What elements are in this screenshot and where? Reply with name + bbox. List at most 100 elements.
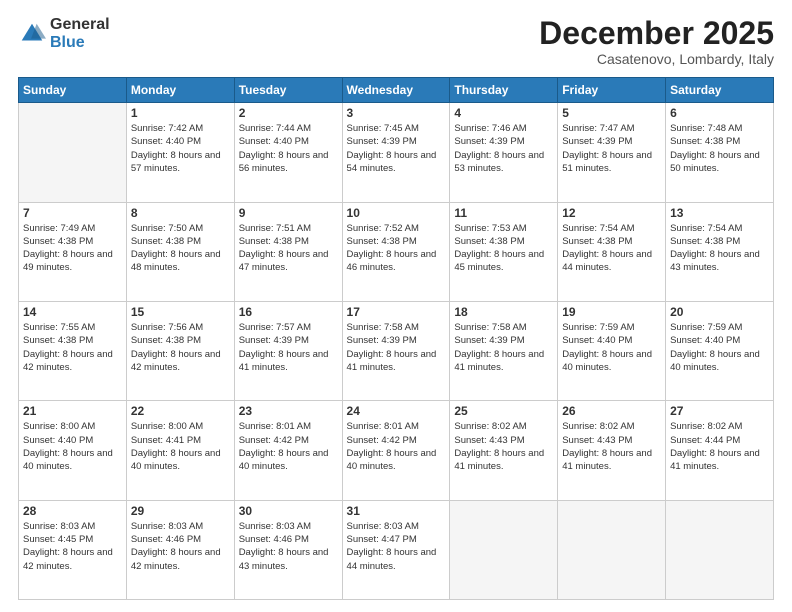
day-number: 7 (23, 206, 122, 220)
day-number: 5 (562, 106, 661, 120)
table-row: 13 Sunrise: 7:54 AM Sunset: 4:38 PM Dayli… (666, 202, 774, 301)
table-row: 1 Sunrise: 7:42 AM Sunset: 4:40 PM Daylig… (126, 103, 234, 202)
day-info: Sunrise: 8:01 AM Sunset: 4:42 PM Dayligh… (239, 420, 338, 473)
day-info: Sunrise: 8:03 AM Sunset: 4:46 PM Dayligh… (131, 520, 230, 573)
page: General Blue December 2025 Casatenovo, L… (0, 0, 792, 612)
day-info: Sunrise: 7:44 AM Sunset: 4:40 PM Dayligh… (239, 122, 338, 175)
logo-blue: Blue (50, 34, 110, 52)
table-row: 28 Sunrise: 8:03 AM Sunset: 4:45 PM Dayli… (19, 500, 127, 599)
day-number: 26 (562, 404, 661, 418)
calendar-week-row: 28 Sunrise: 8:03 AM Sunset: 4:45 PM Dayli… (19, 500, 774, 599)
table-row: 11 Sunrise: 7:53 AM Sunset: 4:38 PM Dayli… (450, 202, 558, 301)
table-row: 4Sunrise: 7:46 AM Sunset: 4:39 PM Daylig… (450, 103, 558, 202)
table-row: 7 Sunrise: 7:49 AM Sunset: 4:38 PM Daylig… (19, 202, 127, 301)
day-number: 28 (23, 504, 122, 518)
table-row: 25 Sunrise: 8:02 AM Sunset: 4:43 PM Dayli… (450, 401, 558, 500)
day-number: 14 (23, 305, 122, 319)
location: Casatenovo, Lombardy, Italy (539, 51, 774, 67)
table-row: 29 Sunrise: 8:03 AM Sunset: 4:46 PM Dayli… (126, 500, 234, 599)
table-row: 8Sunrise: 7:50 AM Sunset: 4:38 PM Daylig… (126, 202, 234, 301)
day-info: Sunrise: 7:56 AM Sunset: 4:38 PM Dayligh… (131, 321, 230, 374)
day-number: 24 (347, 404, 446, 418)
day-info: Sunrise: 8:02 AM Sunset: 4:43 PM Dayligh… (562, 420, 661, 473)
day-number: 16 (239, 305, 338, 319)
day-info: Sunrise: 7:54 AM Sunset: 4:38 PM Dayligh… (670, 222, 769, 275)
header-tuesday: Tuesday (234, 78, 342, 103)
table-row: 18Sunrise: 7:58 AM Sunset: 4:39 PM Dayli… (450, 301, 558, 400)
day-info: Sunrise: 7:53 AM Sunset: 4:38 PM Dayligh… (454, 222, 553, 275)
table-row: 23 Sunrise: 8:01 AM Sunset: 4:42 PM Dayli… (234, 401, 342, 500)
day-info: Sunrise: 8:01 AM Sunset: 4:42 PM Dayligh… (347, 420, 446, 473)
table-row: 9Sunrise: 7:51 AM Sunset: 4:38 PM Daylig… (234, 202, 342, 301)
header-wednesday: Wednesday (342, 78, 450, 103)
logo-general: General (50, 16, 110, 34)
day-number: 27 (670, 404, 769, 418)
day-number: 2 (239, 106, 338, 120)
table-row (19, 103, 127, 202)
day-info: Sunrise: 7:58 AM Sunset: 4:39 PM Dayligh… (347, 321, 446, 374)
day-number: 15 (131, 305, 230, 319)
day-info: Sunrise: 7:59 AM Sunset: 4:40 PM Dayligh… (670, 321, 769, 374)
table-row: 15 Sunrise: 7:56 AM Sunset: 4:38 PM Dayli… (126, 301, 234, 400)
header-monday: Monday (126, 78, 234, 103)
table-row: 27 Sunrise: 8:02 AM Sunset: 4:44 PM Dayli… (666, 401, 774, 500)
table-row: 6 Sunrise: 7:48 AM Sunset: 4:38 PM Daylig… (666, 103, 774, 202)
day-info: Sunrise: 7:49 AM Sunset: 4:38 PM Dayligh… (23, 222, 122, 275)
day-info: Sunrise: 7:57 AM Sunset: 4:39 PM Dayligh… (239, 321, 338, 374)
day-info: Sunrise: 7:59 AM Sunset: 4:40 PM Dayligh… (562, 321, 661, 374)
day-number: 18 (454, 305, 553, 319)
day-number: 20 (670, 305, 769, 319)
day-number: 6 (670, 106, 769, 120)
day-info: Sunrise: 8:00 AM Sunset: 4:40 PM Dayligh… (23, 420, 122, 473)
day-number: 21 (23, 404, 122, 418)
table-row: 14 Sunrise: 7:55 AM Sunset: 4:38 PM Dayli… (19, 301, 127, 400)
table-row: 22 Sunrise: 8:00 AM Sunset: 4:41 PM Dayli… (126, 401, 234, 500)
day-info: Sunrise: 7:50 AM Sunset: 4:38 PM Dayligh… (131, 222, 230, 275)
day-number: 25 (454, 404, 553, 418)
day-info: Sunrise: 8:03 AM Sunset: 4:45 PM Dayligh… (23, 520, 122, 573)
day-info: Sunrise: 7:48 AM Sunset: 4:38 PM Dayligh… (670, 122, 769, 175)
day-info: Sunrise: 8:02 AM Sunset: 4:44 PM Dayligh… (670, 420, 769, 473)
day-number: 4 (454, 106, 553, 120)
day-number: 13 (670, 206, 769, 220)
table-row: 2 Sunrise: 7:44 AM Sunset: 4:40 PM Daylig… (234, 103, 342, 202)
table-row: 12Sunrise: 7:54 AM Sunset: 4:38 PM Dayli… (558, 202, 666, 301)
header-thursday: Thursday (450, 78, 558, 103)
header-sunday: Sunday (19, 78, 127, 103)
calendar-table: Sunday Monday Tuesday Wednesday Thursday… (18, 77, 774, 600)
header-friday: Friday (558, 78, 666, 103)
day-number: 30 (239, 504, 338, 518)
table-row: 3 Sunrise: 7:45 AM Sunset: 4:39 PM Daylig… (342, 103, 450, 202)
calendar-header-row: Sunday Monday Tuesday Wednesday Thursday… (19, 78, 774, 103)
calendar-week-row: 14 Sunrise: 7:55 AM Sunset: 4:38 PM Dayli… (19, 301, 774, 400)
calendar-week-row: 7 Sunrise: 7:49 AM Sunset: 4:38 PM Daylig… (19, 202, 774, 301)
day-info: Sunrise: 8:00 AM Sunset: 4:41 PM Dayligh… (131, 420, 230, 473)
day-info: Sunrise: 8:02 AM Sunset: 4:43 PM Dayligh… (454, 420, 553, 473)
day-number: 12 (562, 206, 661, 220)
day-number: 19 (562, 305, 661, 319)
table-row: 17 Sunrise: 7:58 AM Sunset: 4:39 PM Dayli… (342, 301, 450, 400)
table-row (450, 500, 558, 599)
day-number: 3 (347, 106, 446, 120)
calendar-week-row: 21 Sunrise: 8:00 AM Sunset: 4:40 PM Dayli… (19, 401, 774, 500)
table-row: 16 Sunrise: 7:57 AM Sunset: 4:39 PM Dayli… (234, 301, 342, 400)
day-number: 11 (454, 206, 553, 220)
calendar-week-row: 1 Sunrise: 7:42 AM Sunset: 4:40 PM Daylig… (19, 103, 774, 202)
day-info: Sunrise: 7:45 AM Sunset: 4:39 PM Dayligh… (347, 122, 446, 175)
logo-icon (18, 20, 46, 48)
day-info: Sunrise: 7:55 AM Sunset: 4:38 PM Dayligh… (23, 321, 122, 374)
day-info: Sunrise: 7:47 AM Sunset: 4:39 PM Dayligh… (562, 122, 661, 175)
day-number: 22 (131, 404, 230, 418)
day-number: 17 (347, 305, 446, 319)
table-row: 10Sunrise: 7:52 AM Sunset: 4:38 PM Dayli… (342, 202, 450, 301)
title-section: December 2025 Casatenovo, Lombardy, Ital… (539, 16, 774, 67)
day-number: 1 (131, 106, 230, 120)
day-number: 31 (347, 504, 446, 518)
table-row: 24 Sunrise: 8:01 AM Sunset: 4:42 PM Dayli… (342, 401, 450, 500)
day-info: Sunrise: 7:42 AM Sunset: 4:40 PM Dayligh… (131, 122, 230, 175)
table-row: 20 Sunrise: 7:59 AM Sunset: 4:40 PM Dayli… (666, 301, 774, 400)
day-number: 29 (131, 504, 230, 518)
day-number: 23 (239, 404, 338, 418)
table-row: 19 Sunrise: 7:59 AM Sunset: 4:40 PM Dayli… (558, 301, 666, 400)
day-info: Sunrise: 8:03 AM Sunset: 4:46 PM Dayligh… (239, 520, 338, 573)
